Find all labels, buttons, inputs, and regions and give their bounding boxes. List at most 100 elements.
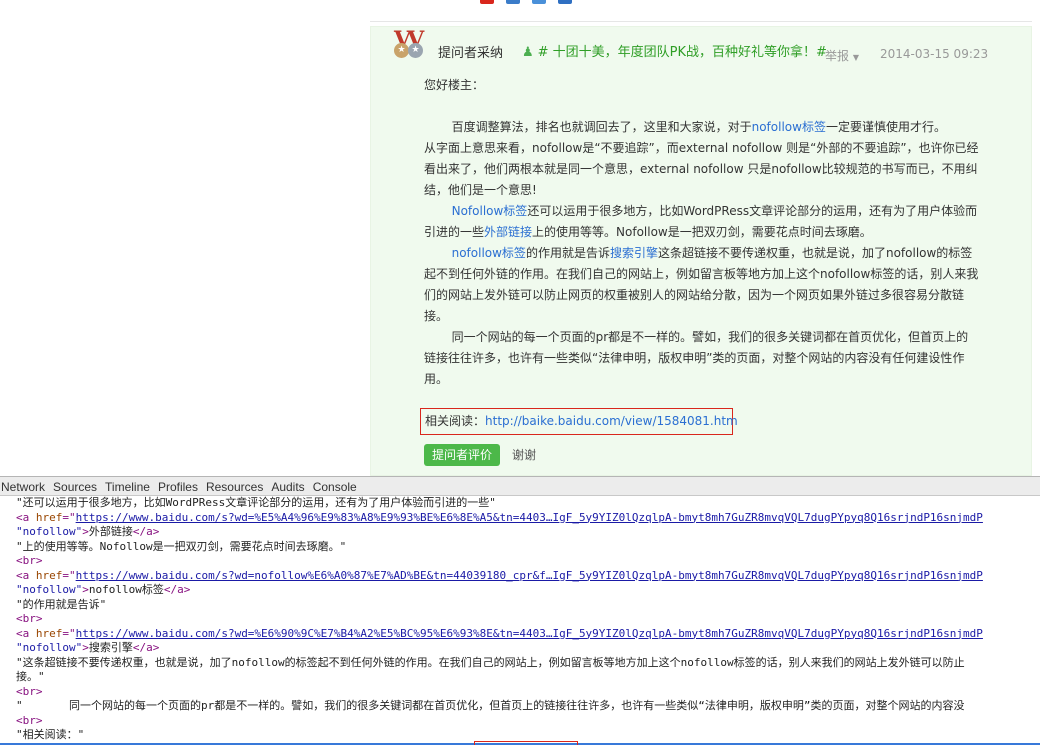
related-reading: 相关阅读：http://baike.baidu.com/view/1584081…	[420, 408, 738, 435]
dom-node[interactable]: "这条超链接不要传递权重，也就是说，加了nofollow的标签起不到任何外链的作…	[0, 656, 1040, 671]
code-token: >	[82, 641, 89, 654]
code-token: 搜索引擎	[88, 641, 133, 654]
tab-audits[interactable]: Audits	[270, 477, 307, 495]
paragraph-3: Nofollow标签还可以运用于很多地方，比如WordPRess文章评论部分的运…	[424, 201, 980, 243]
answer-body: 您好楼主： 百度调整算法，排名也就调回去了，这里和大家说，对于nofollow标…	[424, 75, 980, 390]
medal-icon: ★	[394, 43, 409, 58]
code-token: href	[35, 626, 63, 640]
inline-link[interactable]: 搜索引擎	[610, 246, 658, 260]
devtools-tabs: Network Sources Timeline Profiles Resour…	[0, 477, 1040, 496]
inline-link[interactable]: nofollow标签	[452, 246, 526, 260]
renren-icon[interactable]	[558, 0, 572, 4]
paragraph-2: 从字面上意思来看，nofollow是“不要追踪”，而external nofol…	[424, 141, 979, 197]
previous-answer-footer	[370, 0, 1032, 22]
inline-link[interactable]: nofollow标签	[752, 120, 826, 134]
tab-network[interactable]: Network	[0, 477, 48, 495]
promo-badge[interactable]: ♟ # 十团十美，年度团队PK战，百种好礼等你拿！#	[522, 41, 827, 60]
dom-node[interactable]: "nofollow">nofollow标签</a>	[0, 583, 1040, 598]
team-icon: ♟	[522, 45, 534, 60]
code-token: >	[82, 525, 89, 538]
greeting: 您好楼主：	[424, 78, 485, 92]
tencent-icon[interactable]	[532, 0, 546, 4]
code-token: <br>	[16, 612, 43, 625]
code-token: ="	[62, 568, 76, 582]
promo-text: # 十团十美，年度团队PK战，百种好礼等你拿！#	[537, 45, 827, 60]
paragraph-5: 同一个网站的每一个页面的pr都是不一样的。譬如，我们的很多关键词都在首页优化，但…	[424, 330, 969, 386]
code-token: <br>	[16, 713, 43, 727]
rel-nofollow-highlight-box	[474, 741, 578, 745]
code-token: "nofollow"	[16, 641, 83, 654]
dom-node[interactable]: " 同一个网站的每一个页面的pr都是不一样的。譬如，我们的很多关键词都在首页优化…	[0, 699, 1040, 714]
code-token: href	[35, 510, 63, 524]
code-token: </a>	[163, 583, 191, 596]
report-label: 举报	[825, 49, 850, 63]
chevron-down-icon: ▼	[852, 53, 859, 62]
share-icons	[480, 0, 572, 4]
paragraph-4: nofollow标签的作用就是告诉搜索引擎这条超链接不要传递权重，也就是说，加了…	[424, 243, 980, 327]
code-token: <a	[16, 568, 36, 582]
related-link[interactable]: http://baike.baidu.com/view/1584081.htm	[485, 414, 738, 428]
code-token: "相关阅读："	[16, 728, 85, 741]
tab-resources[interactable]: Resources	[205, 477, 266, 495]
code-token: https://www.baidu.com/s?wd=%E6%90%9C%E7%…	[75, 626, 983, 640]
dom-node[interactable]: <a href="https://www.baidu.com/s?wd=%E6%…	[0, 627, 1040, 642]
weibo-icon[interactable]	[480, 0, 494, 4]
code-token: https://www.baidu.com/s?wd=nofollow%E6%A…	[75, 568, 983, 582]
dom-node[interactable]: "还可以运用于很多地方，比如WordPRess文章评论部分的运用，还有为了用户体…	[0, 496, 1040, 511]
code-token: <br>	[16, 684, 43, 698]
paragraph-1: 百度调整算法，排名也就调回去了，这里和大家说，对于nofollow标签一定要谨慎…	[424, 117, 980, 138]
answer-author: 提问者采纳	[438, 46, 504, 61]
code-token: <a	[16, 510, 36, 524]
dom-node[interactable]: "上的使用等等。Nofollow是一把双刃剑，需要花点时间去琢磨。"	[0, 540, 1040, 555]
code-token: ="	[62, 510, 76, 524]
dom-node[interactable]: "nofollow">外部链接</a>	[0, 525, 1040, 540]
report-link[interactable]: 举报 ▼	[825, 47, 859, 64]
code-token: 接。"	[16, 670, 45, 683]
tab-timeline[interactable]: Timeline	[104, 477, 153, 495]
thanks-text: 谢谢	[512, 448, 537, 462]
code-token: "nofollow"	[16, 583, 83, 596]
dom-node[interactable]: <a href="https://www.baidu.com/s?wd=nofo…	[0, 569, 1040, 584]
code-token: <a	[16, 626, 36, 640]
text-segment: 一定要谨慎使用才行。	[825, 120, 946, 134]
code-token: "这条超链接不要传递权重，也就是说，加了nofollow的标签起不到任何外链的作…	[16, 655, 965, 669]
devtools-panel: Network Sources Timeline Profiles Resour…	[0, 476, 1040, 745]
code-token: href	[35, 568, 63, 582]
dom-node[interactable]: <br>	[0, 554, 1040, 569]
dom-node[interactable]: <br>	[0, 714, 1040, 729]
inline-link[interactable]: 外部链接	[484, 225, 532, 239]
dom-node[interactable]: 接。"	[0, 670, 1040, 685]
dom-node[interactable]: "nofollow">搜索引擎</a>	[0, 641, 1040, 656]
avatar[interactable]: VV ★ ★	[392, 27, 432, 63]
code-token: </a>	[132, 641, 160, 654]
tab-profiles[interactable]: Profiles	[157, 477, 201, 495]
inline-link[interactable]: Nofollow标签	[452, 204, 528, 218]
related-label: 相关阅读：	[425, 414, 486, 428]
code-token: "的作用就是告诉"	[16, 597, 107, 611]
dom-node[interactable]: <br>	[0, 612, 1040, 627]
code-token: "上的使用等等。Nofollow是一把双刃剑，需要花点时间去琢磨。"	[16, 539, 347, 553]
dom-node[interactable]: "的作用就是告诉"	[0, 598, 1040, 613]
dom-node[interactable]: <br>	[0, 685, 1040, 700]
text-segment: 百度调整算法，排名也就调回去了，这里和大家说，对于	[451, 120, 752, 134]
tab-console[interactable]: Console	[312, 477, 360, 495]
medal-icon: ★	[408, 43, 423, 58]
text-segment: 的作用就是告诉	[525, 246, 610, 260]
code-token: "还可以运用于很多地方，比如WordPRess文章评论部分的运用，还有为了用户体…	[16, 496, 496, 509]
code-token: </a>	[132, 525, 160, 538]
qzone-icon[interactable]	[506, 0, 520, 4]
code-token: "nofollow"	[16, 525, 83, 538]
text-segment: 上的使用等等。Nofollow是一把双刃剑，需要花点时间去琢磨。	[532, 225, 872, 239]
answer-time: 2014-03-15 09:23	[880, 47, 989, 61]
code-token: >	[82, 583, 89, 596]
asker-evaluation-button[interactable]: 提问者评价	[424, 444, 500, 466]
code-token: https://www.baidu.com/s?wd=%E5%A4%96%E9%…	[75, 510, 983, 524]
dom-tree[interactable]: <a href="http://baike.baidu.com/view/158…	[0, 496, 1040, 745]
dom-node[interactable]: <a href="https://www.baidu.com/s?wd=%E5%…	[0, 511, 1040, 526]
web-page: VV ★ ★ 提问者采纳 ♟ # 十团十美，年度团队PK战，百种好礼等你拿！# 举…	[0, 0, 1040, 476]
code-token: 外部链接	[88, 525, 133, 538]
code-token: <br>	[16, 554, 43, 567]
code-token: nofollow标签	[88, 583, 164, 596]
tab-sources[interactable]: Sources	[52, 477, 100, 495]
code-token: " 同一个网站的每一个页面的pr都是不一样的。譬如，我们的很多关键词都在首页优化…	[16, 699, 965, 712]
